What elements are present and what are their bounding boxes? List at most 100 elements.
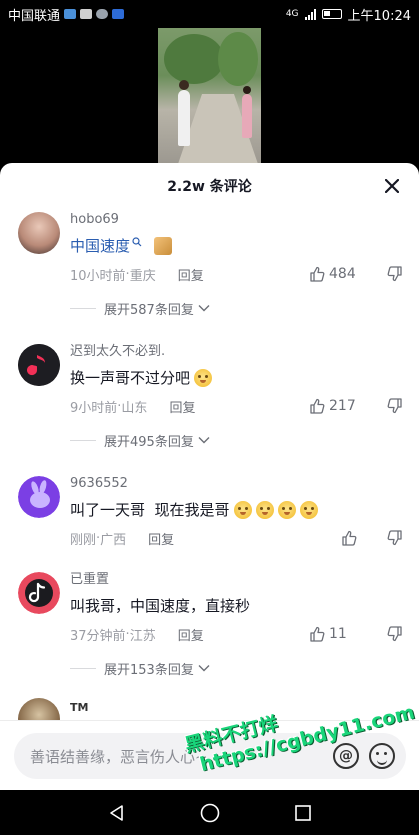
comment-item: 9636552 叫了一天哥 现在我是哥 刚刚 · 广西 回复 [0, 474, 419, 548]
avatar[interactable] [18, 572, 60, 614]
laugh-emoji-icon [299, 501, 318, 519]
comment-location: 广西 [100, 532, 127, 548]
sheet-header: 2.2w 条评论 [0, 163, 419, 209]
comment-text-content[interactable]: 叫我哥，中国速度，直接秒 [70, 596, 250, 616]
avatar[interactable] [18, 344, 60, 386]
like-count: 11 [329, 626, 347, 642]
comment-input-bar: 善语结善缘，恶言伤人心~ @ [0, 720, 419, 790]
comment-text[interactable]: 叫我哥，中国速度，直接秒 [70, 596, 403, 616]
comments-title: 2.2w 条评论 [167, 179, 252, 195]
comment-username[interactable]: TM [70, 698, 403, 718]
clock-label: 上午10:24 [347, 8, 411, 24]
divider-line [70, 439, 96, 441]
comment-location: 江苏 [129, 628, 156, 644]
thumbs-down-icon [387, 530, 402, 546]
comment-text[interactable]: 换一声哥不过分吧 [70, 368, 403, 388]
tiktok-logo-icon [18, 572, 60, 614]
comment-text-content[interactable]: 换一声哥不过分吧 [70, 368, 190, 388]
recents-button[interactable] [291, 801, 315, 825]
comment-text-content[interactable]: 中国速度 [70, 236, 130, 256]
comment-time: 37分钟前 [70, 628, 126, 644]
recents-square-icon [294, 804, 311, 821]
avatar[interactable] [18, 476, 60, 518]
like-button[interactable]: 217 [309, 398, 361, 414]
like-button[interactable]: 11 [309, 626, 361, 642]
comment-item: hobo69 中国速度 10小时前 · 重庆 回复 484 展开587条回复 [0, 210, 419, 318]
comment-meta: 刚刚 · 广西 回复 [70, 528, 403, 548]
comment-meta: 9小时前 · 山东 回复 217 [70, 396, 403, 416]
comment-text[interactable]: 中国速度 [70, 236, 403, 256]
comment-meta: 10小时前 · 重庆 回复 484 [70, 264, 403, 284]
home-button[interactable] [198, 801, 222, 825]
expand-replies-label: 展开495条回复 [104, 434, 194, 450]
like-count: 217 [329, 398, 356, 414]
comment-time: 9小时前 [70, 400, 118, 416]
thumbs-down-icon [387, 266, 402, 282]
divider-line [70, 307, 96, 309]
thumbs-down-icon [387, 626, 402, 642]
reply-button[interactable]: 回复 [148, 529, 174, 548]
laugh-emoji-icon [233, 501, 252, 519]
comment-location: 山东 [121, 400, 148, 416]
divider-line [70, 667, 96, 669]
comment-item: 已重置 叫我哥，中国速度，直接秒 37分钟前 · 江苏 回复 11 展开153条… [0, 570, 419, 678]
avatar[interactable] [18, 212, 60, 254]
close-icon [385, 179, 399, 193]
back-triangle-icon [109, 804, 123, 821]
close-button[interactable] [381, 175, 403, 197]
chevron-down-icon [198, 437, 210, 444]
search-icon [132, 237, 142, 247]
system-nav-bar [0, 790, 419, 835]
carrier-label: 中国联通 [8, 8, 61, 24]
like-count: 484 [329, 266, 356, 282]
laugh-emoji-icon [194, 369, 213, 387]
laugh-emoji-icon [255, 501, 274, 519]
app-icon [112, 9, 125, 19]
thumbs-up-icon [310, 266, 325, 282]
expand-replies-label: 展开587条回复 [104, 302, 194, 318]
reply-button[interactable]: 回复 [178, 265, 204, 284]
thumbs-down-icon [387, 398, 402, 414]
video-area[interactable] [0, 28, 419, 168]
network-type-label: 4G [285, 9, 299, 19]
video-thumbnail[interactable] [158, 28, 261, 164]
sticker-icon [154, 237, 173, 255]
chevron-down-icon [198, 665, 210, 672]
battery-icon [321, 9, 342, 19]
emoji-button[interactable] [369, 743, 395, 769]
comment-username[interactable]: 9636552 [70, 474, 403, 494]
status-bar: 中国联通 4G 上午10:24 [0, 0, 419, 28]
mention-button[interactable]: @ [333, 743, 359, 769]
expand-replies-button[interactable]: 展开153条回复 [70, 658, 403, 678]
reply-button[interactable]: 回复 [169, 397, 195, 416]
dislike-button[interactable] [381, 624, 403, 644]
expand-replies-button[interactable]: 展开587条回复 [70, 298, 403, 318]
cloud-icon [96, 9, 109, 19]
comments-sheet: 2.2w 条评论 hobo69 中国速度 10小时前 · 重庆 回复 484 展… [0, 163, 419, 790]
reply-button[interactable]: 回复 [178, 625, 204, 644]
comment-username[interactable]: 已重置 [70, 570, 403, 590]
like-button[interactable]: 484 [309, 266, 361, 282]
like-button[interactable] [309, 530, 361, 546]
home-circle-icon [200, 803, 219, 822]
comment-text-content[interactable]: 叫了一天哥 现在我是哥 [70, 500, 230, 520]
comment-meta: 37分钟前 · 江苏 回复 11 [70, 624, 403, 644]
expand-replies-button[interactable]: 展开495条回复 [70, 430, 403, 450]
music-note-icon [18, 344, 60, 386]
rabbit-logo-icon [18, 476, 60, 518]
comment-text[interactable]: 叫了一天哥 现在我是哥 [70, 500, 403, 520]
book-icon [80, 9, 93, 19]
dislike-button[interactable] [381, 528, 403, 548]
dislike-button[interactable] [381, 264, 403, 284]
notification-icon-1 [64, 9, 77, 19]
comment-username[interactable]: hobo69 [70, 210, 403, 230]
back-button[interactable] [105, 801, 129, 825]
comment-location: 重庆 [129, 268, 156, 284]
comment-username[interactable]: 迟到太久不必到. [70, 342, 403, 362]
dislike-button[interactable] [381, 396, 403, 416]
thumbs-up-icon [310, 398, 325, 414]
signal-icon [304, 8, 316, 20]
comment-time: 刚刚 [70, 532, 97, 548]
chevron-down-icon [198, 305, 210, 312]
expand-replies-label: 展开153条回复 [104, 662, 194, 678]
